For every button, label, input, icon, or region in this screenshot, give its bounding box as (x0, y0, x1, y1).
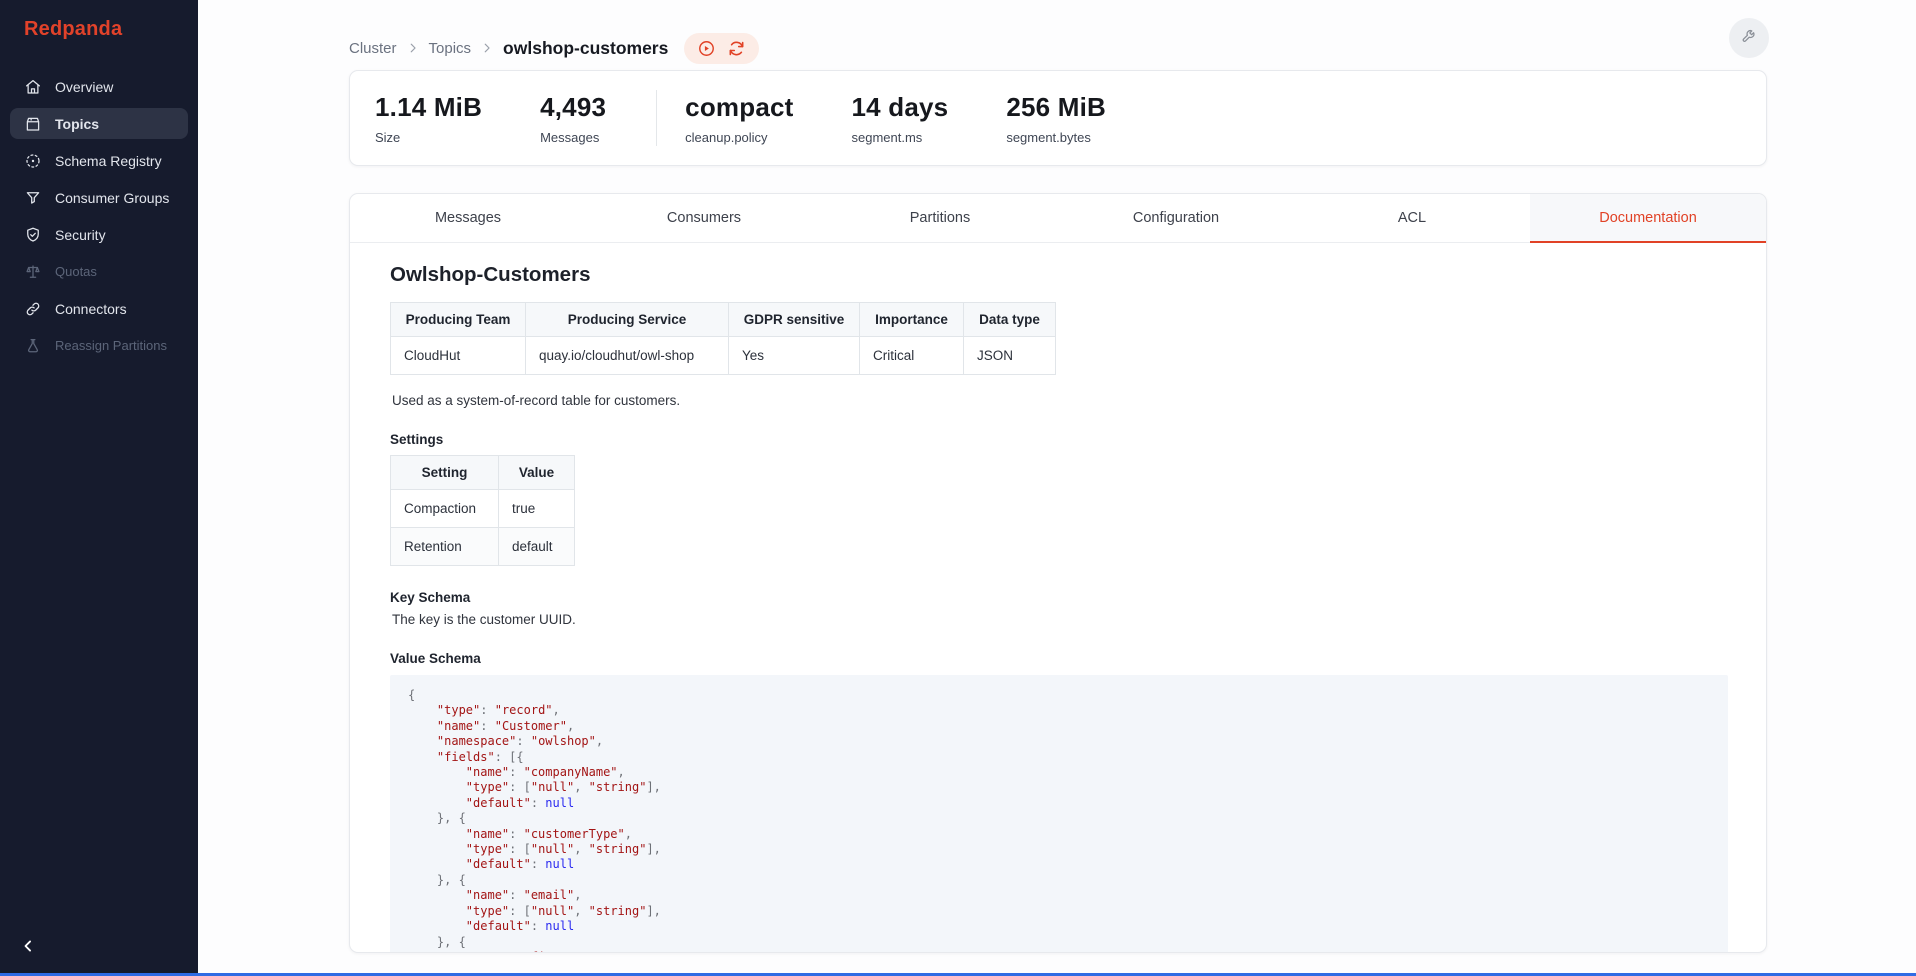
tab-acl[interactable]: ACL (1294, 194, 1530, 242)
topics-box-icon (24, 115, 42, 133)
home-icon (24, 78, 42, 96)
table-cell: Critical (860, 337, 964, 375)
preferences-button[interactable] (1729, 18, 1769, 58)
table-cell: default (499, 528, 575, 566)
table-row: CloudHut quay.io/cloudhut/owl-shop Yes C… (391, 337, 1056, 375)
key-schema-heading: Key Schema (390, 590, 1726, 605)
sidebar-item-label: Security (55, 227, 106, 243)
topic-tabs: Messages Consumers Partitions Configurat… (350, 194, 1766, 243)
key-schema-text: The key is the customer UUID. (392, 612, 1726, 627)
tab-configuration[interactable]: Configuration (1058, 194, 1294, 242)
sidebar-nav: Overview Topics Schema Registry Consumer… (0, 71, 198, 361)
breadcrumb: Cluster Topics owlshop-customers (349, 38, 668, 59)
chevron-left-icon (18, 936, 38, 961)
table-header-row: Producing Team Producing Service GDPR se… (391, 303, 1056, 337)
tab-partitions[interactable]: Partitions (822, 194, 1058, 242)
table-header-row: Setting Value (391, 456, 575, 490)
chevron-right-icon (480, 41, 494, 55)
sidebar-item-schema-registry[interactable]: Schema Registry (10, 145, 188, 176)
stat-size: 1.14 MiB Size (375, 92, 482, 145)
column-header: GDPR sensitive (729, 303, 860, 337)
table-cell: Retention (391, 528, 499, 566)
sidebar-item-label: Consumer Groups (55, 190, 169, 206)
page-header: Cluster Topics owlshop-customers (349, 0, 1767, 70)
column-header: Producing Service (526, 303, 729, 337)
tab-messages[interactable]: Messages (350, 194, 586, 242)
table-row: Retention default (391, 528, 575, 566)
table-cell: Yes (729, 337, 860, 375)
doc-description: Used as a system-of-record table for cus… (392, 393, 1726, 408)
table-cell: CloudHut (391, 337, 526, 375)
breadcrumb-topics[interactable]: Topics (429, 40, 472, 57)
column-header: Setting (391, 456, 499, 490)
chevron-right-icon (406, 41, 420, 55)
sidebar-item-quotas: Quotas (10, 256, 188, 287)
sidebar-item-overview[interactable]: Overview (10, 71, 188, 102)
stat-label: segment.bytes (1006, 130, 1106, 145)
wrench-icon (1740, 26, 1759, 50)
stat-label: cleanup.policy (685, 130, 793, 145)
produce-record-button[interactable] (697, 39, 716, 58)
stat-value: 256 MiB (1006, 92, 1106, 123)
sidebar: Redpanda Overview Topics Schema Registry… (0, 0, 198, 976)
stats-divider (656, 90, 657, 146)
table-cell: quay.io/cloudhut/owl-shop (526, 337, 729, 375)
documentation-panel: Owlshop-Customers Producing Team Produci… (350, 243, 1766, 953)
breadcrumb-current-topic: owlshop-customers (503, 38, 668, 59)
refresh-button[interactable] (727, 39, 746, 58)
stat-value: 1.14 MiB (375, 92, 482, 123)
scales-icon (24, 263, 42, 281)
breadcrumb-cluster[interactable]: Cluster (349, 40, 397, 57)
sidebar-item-reassign-partitions: Reassign Partitions (10, 330, 188, 361)
settings-table: Setting Value Compaction true Retention … (390, 455, 575, 566)
table-row: Compaction true (391, 490, 575, 528)
topic-stats-card: 1.14 MiB Size 4,493 Messages compact cle… (349, 70, 1767, 166)
shield-check-icon (24, 226, 42, 244)
tab-consumers[interactable]: Consumers (586, 194, 822, 242)
funnel-icon (24, 189, 42, 207)
value-schema-code: { "type": "record", "name": "Customer", … (408, 688, 1710, 953)
redpanda-logo: Redpanda (0, 0, 198, 41)
stat-value: 14 days (852, 92, 949, 123)
schema-registry-icon (24, 152, 42, 170)
stat-value: compact (685, 92, 793, 123)
topic-actions-pill (684, 33, 759, 64)
table-cell: Compaction (391, 490, 499, 528)
column-header: Producing Team (391, 303, 526, 337)
sidebar-item-label: Schema Registry (55, 153, 162, 169)
column-header: Data type (964, 303, 1056, 337)
sidebar-collapse-button[interactable] (14, 934, 42, 962)
sidebar-item-label: Reassign Partitions (55, 338, 167, 353)
stat-cleanup-policy: compact cleanup.policy (685, 92, 793, 145)
sidebar-item-label: Topics (55, 116, 99, 132)
sidebar-item-security[interactable]: Security (10, 219, 188, 250)
stat-label: Messages (540, 130, 606, 145)
tab-documentation[interactable]: Documentation (1530, 194, 1766, 242)
value-schema-codeblock: { "type": "record", "name": "Customer", … (390, 675, 1728, 953)
stat-messages: 4,493 Messages (540, 92, 606, 145)
sidebar-item-label: Quotas (55, 264, 97, 279)
table-cell: JSON (964, 337, 1056, 375)
table-cell: true (499, 490, 575, 528)
column-header: Importance (860, 303, 964, 337)
sidebar-item-topics[interactable]: Topics (10, 108, 188, 139)
sidebar-item-consumer-groups[interactable]: Consumer Groups (10, 182, 188, 213)
sidebar-item-label: Connectors (55, 301, 127, 317)
stat-label: Size (375, 130, 482, 145)
stat-value: 4,493 (540, 92, 606, 123)
doc-title: Owlshop-Customers (390, 263, 1726, 287)
link-icon (24, 300, 42, 318)
column-header: Value (499, 456, 575, 490)
stat-segment-ms: 14 days segment.ms (852, 92, 949, 145)
producing-info-table: Producing Team Producing Service GDPR se… (390, 302, 1056, 375)
sidebar-item-connectors[interactable]: Connectors (10, 293, 188, 324)
stat-segment-bytes: 256 MiB segment.bytes (1006, 92, 1106, 145)
flask-icon (24, 337, 42, 355)
value-schema-heading: Value Schema (390, 651, 1726, 666)
sidebar-item-label: Overview (55, 79, 113, 95)
stat-label: segment.ms (852, 130, 949, 145)
topic-detail-card: Messages Consumers Partitions Configurat… (349, 193, 1767, 953)
main-area: Cluster Topics owlshop-customers (198, 0, 1916, 976)
settings-heading: Settings (390, 432, 1726, 447)
